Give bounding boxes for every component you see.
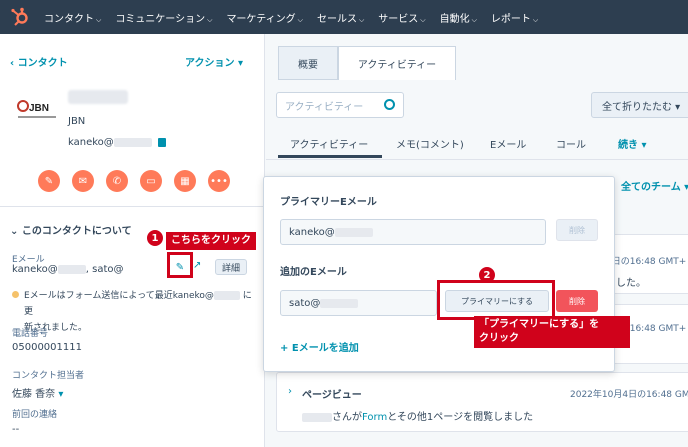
nav-item-sales[interactable]: セールス ⌵ [317, 10, 364, 25]
additional-email-heading: 追加のEメール [280, 267, 347, 278]
nav-item-communication[interactable]: コミュニケーション ⌵ [115, 10, 212, 25]
phone-value: 05000001111 [12, 342, 82, 353]
divider [266, 159, 688, 160]
primary-email-heading: プライマリーEメール [280, 197, 377, 208]
chevron-right-icon[interactable]: › [288, 386, 292, 397]
activity-search-input[interactable]: アクティビティー [276, 92, 404, 118]
highlight-pencil-box [167, 252, 193, 278]
email-icon[interactable]: ✉ [72, 170, 94, 192]
subtab-more[interactable]: 続き ▾ [618, 136, 647, 151]
nav-item-reports[interactable]: レポート ⌵ [491, 10, 538, 25]
redacted-text [320, 298, 359, 308]
email-value: kaneko@, sato@ [12, 264, 124, 275]
pageview-text: さんがFormとその他1ページを閲覧しました [302, 408, 533, 423]
nav-item-automation[interactable]: 自動化 ⌵ [440, 10, 477, 25]
copy-icon[interactable] [157, 137, 166, 147]
back-to-contacts-link[interactable]: ‹ コンタクト [10, 54, 68, 69]
redacted-text [113, 137, 152, 147]
activity-timestamp: 4日の16:48 GMT+ [606, 257, 687, 267]
company-name: JBN [68, 116, 86, 127]
primary-email-input[interactable]: kaneko@ [280, 219, 546, 245]
email-update-notice: Eメールはフォーム送信によって最近kaneko@ に更 新されました。 [24, 291, 252, 333]
caret-down-icon: ▾ [58, 389, 64, 400]
subtab-calls[interactable]: コール [556, 136, 586, 151]
nav-item-marketing[interactable]: マーケティング ⌵ [226, 10, 303, 25]
calendar-icon[interactable]: ▦ [174, 170, 196, 192]
collapse-all-button[interactable]: 全て折りたたむ ▾ [591, 92, 688, 118]
tab-activity[interactable]: アクティビティー [338, 46, 456, 80]
redacted-text [302, 412, 332, 422]
subtab-notes[interactable]: メモ(コメント) [396, 136, 464, 151]
subtab-email[interactable]: Eメール [490, 136, 526, 151]
phone-label: 電話番号 [12, 329, 49, 339]
delete-primary-button-disabled: 削除 [556, 219, 598, 241]
all-teams-filter[interactable]: 全てのチーム ▾ [621, 178, 688, 193]
delete-additional-button[interactable]: 削除 [556, 290, 598, 312]
hubspot-logo-icon[interactable] [10, 7, 30, 27]
actions-dropdown[interactable]: アクション ▾ [185, 54, 243, 69]
tab-overview[interactable]: 概要 [278, 46, 338, 80]
callout-click-here: こちらをクリック [166, 232, 256, 250]
note-icon[interactable]: ✎ [38, 170, 60, 192]
external-link-icon[interactable]: ↗ [193, 260, 201, 271]
additional-email-input[interactable]: sato@ [280, 290, 437, 316]
contact-action-icons: ✎ ✉ ✆ ▭ ▦ ••• [38, 170, 230, 192]
step-badge-1: 1 [146, 229, 164, 247]
company-logo: JBN [16, 98, 58, 122]
svg-text:JBN: JBN [29, 103, 49, 114]
form-link[interactable]: Form [362, 412, 387, 423]
subtab-activity[interactable]: アクティビティー [290, 136, 368, 151]
chevron-down-icon: ⌄ [10, 226, 22, 237]
last-contact-label: 前回の連絡 [12, 410, 58, 420]
highlight-make-primary-box [437, 280, 555, 320]
search-icon [384, 99, 395, 110]
divider [0, 206, 264, 207]
about-section-header[interactable]: ⌄ このコンタクトについて [10, 222, 132, 237]
primary-email-display: kaneko@ [68, 137, 166, 148]
redacted-text [334, 227, 373, 237]
phone-icon[interactable]: ✆ [106, 170, 128, 192]
nav-item-service[interactable]: サービス ⌵ [378, 10, 425, 25]
top-navigation: コンタクト ⌵ コミュニケーション ⌵ マーケティング ⌵ セールス ⌵ サービス ⌵ 自… [0, 0, 688, 34]
redacted-text [57, 264, 86, 274]
more-icon[interactable]: ••• [208, 170, 230, 192]
owner-label: コンタクト担当者 [12, 371, 85, 381]
add-email-link[interactable]: + Eメールを追加 [280, 339, 359, 354]
pageview-card[interactable] [276, 372, 688, 432]
redacted-text [213, 291, 240, 300]
last-contact-value: -- [12, 424, 20, 435]
callout-make-primary: 「プライマリーにする」を クリック [474, 316, 630, 348]
pageview-title: ページビュー [302, 390, 362, 401]
owner-value[interactable]: 佐藤 香奈 ▾ [12, 385, 63, 400]
active-tab-indicator [278, 155, 382, 158]
nav-item-contacts[interactable]: コンタクト ⌵ [44, 10, 101, 25]
contact-name-redacted [68, 90, 128, 104]
pageview-timestamp: 2022年10月4日の16:48 GMT+ [570, 390, 688, 400]
task-icon[interactable]: ▭ [140, 170, 162, 192]
detail-button[interactable]: 詳細 [215, 259, 247, 275]
warning-dot-icon [12, 291, 19, 298]
